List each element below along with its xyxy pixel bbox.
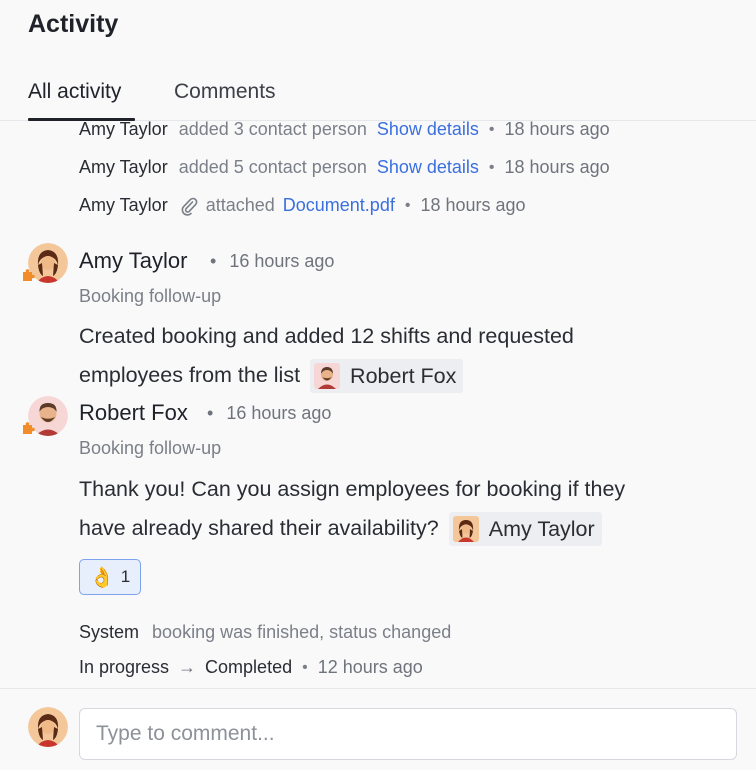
status-change: In progress → Completed • 12 hours ago	[79, 657, 423, 678]
mention-chip[interactable]: Amy Taylor	[448, 512, 602, 547]
tab-all-activity[interactable]: All activity	[28, 80, 121, 104]
comment-author[interactable]: Amy Taylor	[79, 248, 187, 274]
system-actor: System	[79, 622, 140, 642]
paperclip-icon	[180, 196, 198, 216]
document-link[interactable]: Document.pdf	[283, 195, 395, 216]
to-status: Completed	[205, 657, 293, 677]
comment-author[interactable]: Robert Fox	[79, 400, 188, 426]
mention-avatar	[314, 363, 341, 390]
mention-name: Robert Fox	[350, 364, 457, 389]
event-actor[interactable]: Amy Taylor	[79, 157, 168, 178]
reaction-count: 1	[120, 567, 131, 586]
event-time: 18 hours ago	[504, 119, 610, 139]
event-action: attached	[205, 195, 275, 215]
comment-body-text: have already shared their availability?	[79, 516, 439, 540]
separator-dot: •	[488, 120, 495, 138]
comment-time: 16 hours ago	[226, 403, 332, 423]
comment-body-line: Thank you! Can you assign employees for …	[79, 477, 626, 501]
from-status: In progress	[79, 657, 170, 677]
separator-dot: •	[210, 251, 217, 271]
compact-event: Amy Taylor added 3 contact person Show d…	[79, 119, 610, 140]
arrow-right-icon: →	[178, 657, 197, 677]
activity-panel: Activity All activity Comments Amy Taylo…	[0, 0, 756, 770]
comment-time-row: • 16 hours ago	[210, 251, 334, 272]
status-time: 12 hours ago	[317, 657, 423, 677]
mention-chip[interactable]: Robert Fox	[310, 359, 464, 394]
mention-name: Amy Taylor	[488, 517, 595, 542]
event-time: 18 hours ago	[420, 195, 526, 215]
separator-dot: •	[207, 403, 214, 423]
comment-body-text: employees from the list	[79, 363, 301, 387]
comment-time: 16 hours ago	[229, 251, 335, 271]
reaction-button[interactable]: 👌 1	[79, 559, 141, 595]
separator-dot: •	[302, 658, 308, 676]
compact-event: Amy Taylor added 5 contact person Show d…	[79, 157, 610, 178]
footer-divider	[0, 688, 756, 689]
event-action: added 3 contact person	[178, 119, 367, 139]
comment-body-line-2: employees from the list Robert Fox	[79, 356, 464, 394]
panel-title: Activity	[28, 10, 119, 38]
event-actor[interactable]: Amy Taylor	[79, 119, 168, 140]
separator-dot: •	[488, 158, 495, 176]
puzzle-icon	[21, 421, 35, 435]
event-time: 18 hours ago	[504, 157, 610, 177]
event-actor[interactable]: Amy Taylor	[79, 195, 168, 216]
comment-subtitle: Booking follow-up	[79, 286, 222, 306]
show-details-link[interactable]: Show details	[377, 119, 479, 140]
ok-hand-icon: 👌	[89, 566, 115, 589]
comment-body-line: Created booking and added 12 shifts and …	[79, 324, 574, 348]
comment-subtitle: Booking follow-up	[79, 438, 222, 458]
show-details-link[interactable]: Show details	[377, 157, 479, 178]
current-user-avatar	[28, 707, 68, 747]
comment-body-line-2: have already shared their availability? …	[79, 509, 602, 547]
event-action: added 5 contact person	[178, 157, 367, 177]
compact-event: Amy Taylor attached Document.pdf • 18 ho…	[79, 195, 526, 216]
mention-avatar	[452, 516, 479, 543]
comment-input[interactable]	[79, 708, 737, 760]
separator-dot: •	[404, 196, 411, 214]
comment-time-row: • 16 hours ago	[207, 403, 331, 424]
system-event: System booking was finished, status chan…	[79, 622, 451, 643]
tab-comments[interactable]: Comments	[174, 80, 276, 104]
system-action: booking was finished, status changed	[152, 622, 452, 642]
tab-bar: All activity Comments	[0, 76, 756, 122]
puzzle-icon	[21, 268, 35, 282]
